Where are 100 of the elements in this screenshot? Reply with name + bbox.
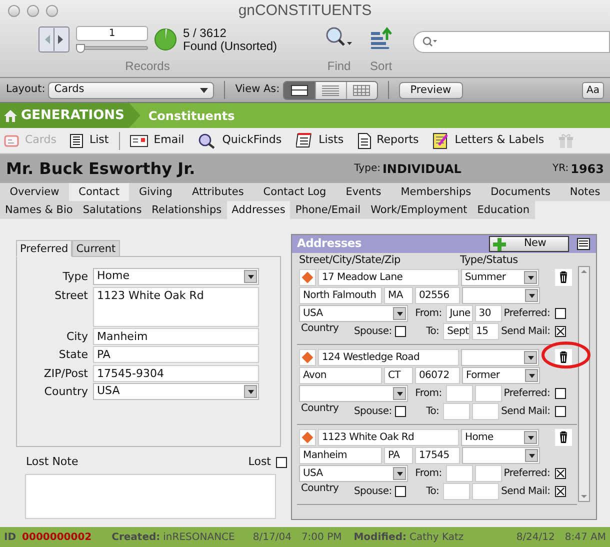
dropdown[interactable]: USA [93, 383, 259, 400]
tab[interactable]: Contact Log [254, 183, 336, 201]
nav-item[interactable]: Lists [296, 132, 344, 149]
checkbox[interactable] [555, 486, 566, 497]
window-button[interactable] [46, 5, 58, 17]
text-size-button[interactable]: Aa [582, 82, 604, 98]
sort-icon[interactable] [369, 26, 394, 50]
status-dropdown[interactable] [462, 287, 540, 304]
day-field[interactable] [474, 465, 502, 482]
month-field[interactable]: June [446, 305, 473, 322]
trash-icon[interactable] [555, 429, 572, 446]
checkbox[interactable] [394, 406, 406, 417]
checkbox[interactable] [555, 406, 566, 417]
scroll-bar[interactable] [578, 266, 590, 502]
tab[interactable]: Attributes [182, 183, 254, 201]
zip-field[interactable]: 06072 [415, 367, 460, 384]
caret-icon [393, 387, 406, 400]
window-button[interactable] [27, 5, 39, 17]
tab[interactable]: Documents [480, 183, 560, 201]
checkbox[interactable] [394, 326, 406, 337]
day-field[interactable] [472, 403, 500, 420]
city-field[interactable]: North Falmouth [299, 287, 382, 304]
street-field[interactable]: 17 Meadow Lane [318, 269, 459, 286]
tab[interactable]: Memberships [390, 183, 481, 201]
subtab[interactable]: Relationships [146, 201, 227, 219]
nav-item[interactable]: Letters & Labels [432, 132, 544, 149]
subtab[interactable]: Work/Employment [366, 201, 472, 219]
record-slider[interactable] [76, 44, 148, 53]
zip-field[interactable]: 17545 [415, 447, 460, 464]
text-field[interactable]: Manheim [93, 328, 259, 344]
record-book-icon[interactable] [38, 26, 70, 53]
subtab[interactable]: Addresses [226, 201, 290, 219]
text-field[interactable]: 17545-9304 [93, 364, 259, 382]
checkbox[interactable] [555, 468, 566, 479]
new-button[interactable]: New [489, 236, 569, 252]
status-dropdown[interactable]: Former [462, 367, 540, 384]
type-dropdown[interactable]: Home [461, 429, 539, 446]
dropdown[interactable]: Home [93, 268, 259, 285]
city-field[interactable]: Avon [299, 367, 382, 384]
month-field[interactable] [446, 465, 473, 482]
id-label: ID [4, 530, 16, 544]
tab[interactable]: Current [72, 240, 120, 257]
status-dropdown[interactable] [462, 447, 540, 464]
type-label: Type: [354, 162, 380, 176]
text-area[interactable]: 1123 White Oak Rd [93, 286, 259, 326]
nav-item[interactable]: List [70, 132, 109, 149]
layout-label: Layout: [6, 82, 46, 98]
tab[interactable]: Preferred [16, 240, 72, 257]
subtab[interactable]: Phone/Email [290, 201, 366, 219]
view-mode-toggle[interactable] [282, 80, 378, 100]
diamond-icon[interactable] [299, 429, 316, 446]
tab[interactable]: Giving [129, 183, 182, 201]
tab[interactable]: Overview [0, 183, 69, 201]
trash-icon[interactable] [555, 349, 572, 366]
month-field[interactable] [443, 483, 470, 500]
view-mode-button[interactable] [284, 82, 315, 98]
checkbox[interactable] [555, 326, 566, 337]
checkbox[interactable] [555, 388, 566, 399]
nav-item[interactable]: Email [130, 132, 184, 149]
note-field[interactable] [25, 474, 276, 518]
nav-item[interactable]: Reports [358, 132, 419, 149]
tab[interactable]: Contact [68, 183, 130, 201]
text-field[interactable]: PA [93, 346, 259, 363]
window-button[interactable] [8, 5, 20, 17]
type-dropdown[interactable] [461, 349, 539, 366]
type-dropdown[interactable]: Summer [461, 269, 539, 286]
street-field[interactable]: 1123 White Oak Rd [318, 429, 459, 446]
preview-button[interactable]: Preview [398, 82, 463, 98]
day-field[interactable] [472, 483, 500, 500]
diamond-icon[interactable] [299, 349, 316, 366]
month-field[interactable] [446, 385, 473, 402]
subtab[interactable]: Education [472, 201, 535, 219]
trash-icon[interactable] [555, 269, 572, 286]
menu-icon[interactable] [577, 238, 590, 250]
checkbox[interactable] [276, 456, 287, 468]
city-field[interactable]: Manheim [299, 447, 382, 464]
state-field[interactable]: PA [384, 447, 413, 464]
checkbox[interactable] [394, 486, 406, 497]
country-dropdown[interactable]: USA [299, 305, 408, 322]
search-field[interactable] [413, 31, 610, 53]
checkbox[interactable] [555, 308, 566, 319]
day-field[interactable]: 15 [472, 323, 500, 340]
day-field[interactable] [474, 385, 502, 402]
caret-icon [525, 289, 538, 302]
layout-dropdown[interactable]: Cards [48, 82, 214, 98]
subtab[interactable]: Salutations [78, 201, 147, 219]
country-dropdown[interactable]: USA [299, 465, 408, 482]
street-field[interactable]: 124 Westledge Road [318, 349, 459, 366]
month-field[interactable]: Sept [443, 323, 470, 340]
state-field[interactable]: CT [384, 367, 413, 384]
state-field[interactable]: MA [384, 287, 413, 304]
tab[interactable]: Notes [560, 183, 610, 201]
record-number-field[interactable]: 1 [76, 26, 148, 41]
subtab[interactable]: Names & Bio [0, 201, 78, 219]
day-field[interactable]: 30 [474, 305, 502, 322]
tab[interactable]: Events [336, 183, 391, 201]
zip-field[interactable]: 02556 [415, 287, 460, 304]
diamond-icon[interactable] [299, 269, 316, 286]
nav-item[interactable]: QuickFinds [198, 132, 282, 149]
month-field[interactable] [443, 403, 470, 420]
